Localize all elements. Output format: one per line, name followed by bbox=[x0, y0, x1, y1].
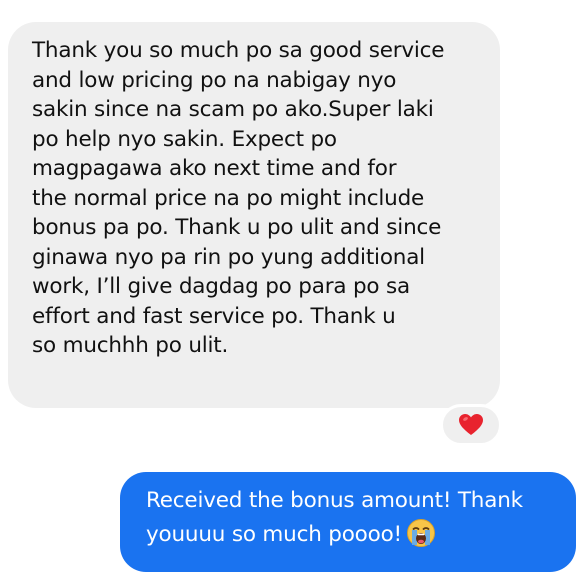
incoming-message-bubble[interactable]: Thank you so much po sa good service and… bbox=[8, 22, 500, 408]
outgoing-message-text: Received the bonus amount! Thank youuuu … bbox=[146, 488, 523, 547]
loudly-crying-face-icon bbox=[406, 518, 436, 552]
chat-thread: Thank you so much po sa good service and… bbox=[0, 0, 579, 581]
message-reaction[interactable] bbox=[440, 404, 502, 446]
red-heart-icon bbox=[459, 414, 483, 435]
outgoing-message-bubble[interactable]: Received the bonus amount! Thank youuuu … bbox=[120, 472, 576, 572]
incoming-message-text: Thank you so much po sa good service and… bbox=[32, 38, 445, 358]
